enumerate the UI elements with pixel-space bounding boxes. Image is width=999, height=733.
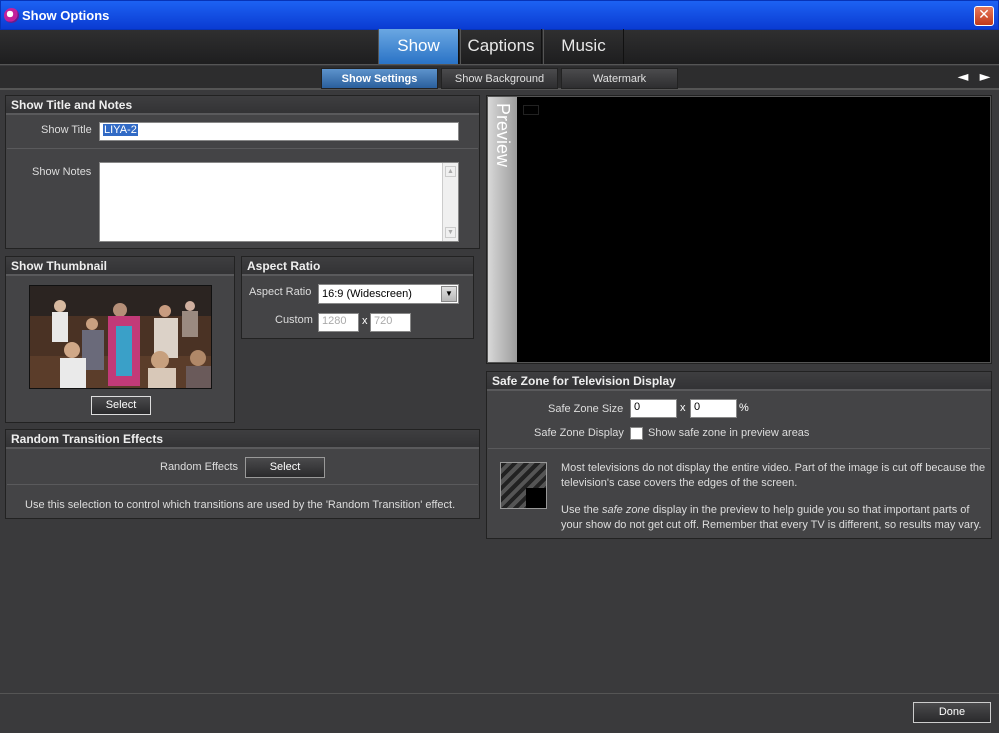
- safe-zone-unit: %: [739, 402, 749, 414]
- safe-zone-display-label: Safe Zone Display: [534, 427, 624, 439]
- footer-bar: Done: [0, 693, 999, 733]
- panel-heading: Show Thumbnail: [6, 257, 234, 276]
- panel-heading: Safe Zone for Television Display: [487, 372, 991, 391]
- safe-zone-x-input[interactable]: 0: [630, 399, 677, 418]
- safe-zone-info-2: Use the safe zone display in the preview…: [561, 503, 989, 532]
- safe-zone-diagram-icon: [500, 462, 547, 509]
- preview-label: Preview: [493, 103, 513, 168]
- show-notes-label: Show Notes: [32, 166, 92, 178]
- thumbnail-select-button[interactable]: Select: [91, 396, 151, 415]
- preview-label-strip: Preview: [488, 97, 517, 362]
- safe-zone-info: Most televisions do not display the enti…: [561, 461, 989, 532]
- random-transition-panel: Random Transition Effects Random Effects…: [5, 429, 480, 519]
- scroll-up-icon[interactable]: ▲: [445, 166, 456, 177]
- panel-heading: Random Transition Effects: [6, 430, 479, 449]
- chevron-down-icon[interactable]: ▼: [441, 286, 457, 302]
- safe-zone-info-2em: safe zone: [601, 504, 650, 516]
- custom-width-input[interactable]: 1280: [318, 313, 359, 332]
- safe-zone-size-label: Safe Zone Size: [548, 403, 624, 415]
- safe-zone-checkbox-label[interactable]: Show safe zone in preview areas: [648, 427, 809, 439]
- panel-heading: Aspect Ratio: [242, 257, 473, 276]
- tab-captions[interactable]: Captions: [460, 29, 542, 64]
- tab-show-background[interactable]: Show Background: [441, 68, 558, 89]
- panel-heading: Show Title and Notes: [6, 96, 479, 115]
- preview-watermark: [523, 105, 539, 115]
- sub-tab-bar: Show Settings Show Background Watermark …: [0, 66, 999, 90]
- window-title: Show Options: [22, 8, 110, 23]
- preview-canvas: [517, 97, 990, 362]
- safe-zone-y-input[interactable]: 0: [690, 399, 737, 418]
- notes-scrollbar[interactable]: ▲ ▼: [442, 163, 458, 241]
- scroll-down-icon[interactable]: ▼: [445, 227, 456, 238]
- aspect-ratio-label: Aspect Ratio: [249, 286, 312, 298]
- aspect-ratio-value: 16:9 (Widescreen): [322, 288, 412, 300]
- tab-watermark[interactable]: Watermark: [561, 68, 678, 89]
- safe-zone-size-separator: x: [680, 402, 686, 414]
- title-notes-panel: Show Title and Notes Show Title LIYA-2 S…: [5, 95, 480, 249]
- forward-arrow-icon[interactable]: ►: [977, 69, 993, 85]
- custom-size-separator: x: [362, 315, 368, 327]
- safe-zone-info-1: Most televisions do not display the enti…: [561, 462, 986, 489]
- safe-zone-checkbox[interactable]: [630, 427, 643, 440]
- preview-panel: Preview: [486, 95, 992, 364]
- app-logo-icon: [4, 8, 19, 23]
- divider: [7, 148, 478, 149]
- safe-zone-info-2a: Use the: [561, 504, 602, 516]
- tab-show-settings[interactable]: Show Settings: [321, 68, 438, 89]
- show-title-input[interactable]: LIYA-2: [99, 122, 459, 141]
- thumbnail-panel: Show Thumbnail Select: [5, 256, 235, 423]
- random-effects-label: Random Effects: [160, 461, 239, 473]
- tab-show[interactable]: Show: [378, 29, 459, 64]
- show-title-label: Show Title: [41, 124, 92, 136]
- divider: [7, 484, 478, 485]
- aspect-ratio-select[interactable]: 16:9 (Widescreen) ▼: [318, 284, 459, 304]
- safe-zone-diagram-inner: [526, 488, 546, 508]
- close-button[interactable]: ✕: [974, 6, 994, 26]
- aspect-ratio-panel: Aspect Ratio Aspect Ratio 16:9 (Widescre…: [241, 256, 474, 339]
- back-arrow-icon[interactable]: ◄: [955, 69, 971, 85]
- show-notes-textarea[interactable]: ▲ ▼: [99, 162, 459, 242]
- main-tab-bar: Show Captions Music: [0, 29, 999, 65]
- thumbnail-image: [29, 285, 212, 389]
- random-effects-note: Use this selection to control which tran…: [25, 499, 456, 511]
- random-effects-select-button[interactable]: Select: [245, 457, 325, 478]
- done-button[interactable]: Done: [913, 702, 991, 723]
- safe-zone-panel: Safe Zone for Television Display Safe Zo…: [486, 371, 992, 539]
- custom-height-input[interactable]: 720: [370, 313, 411, 332]
- tab-music[interactable]: Music: [543, 29, 624, 64]
- show-title-value: LIYA-2: [103, 124, 138, 136]
- divider: [488, 448, 990, 449]
- custom-size-label: Custom: [275, 314, 313, 326]
- window-titlebar: Show Options ✕: [0, 0, 999, 30]
